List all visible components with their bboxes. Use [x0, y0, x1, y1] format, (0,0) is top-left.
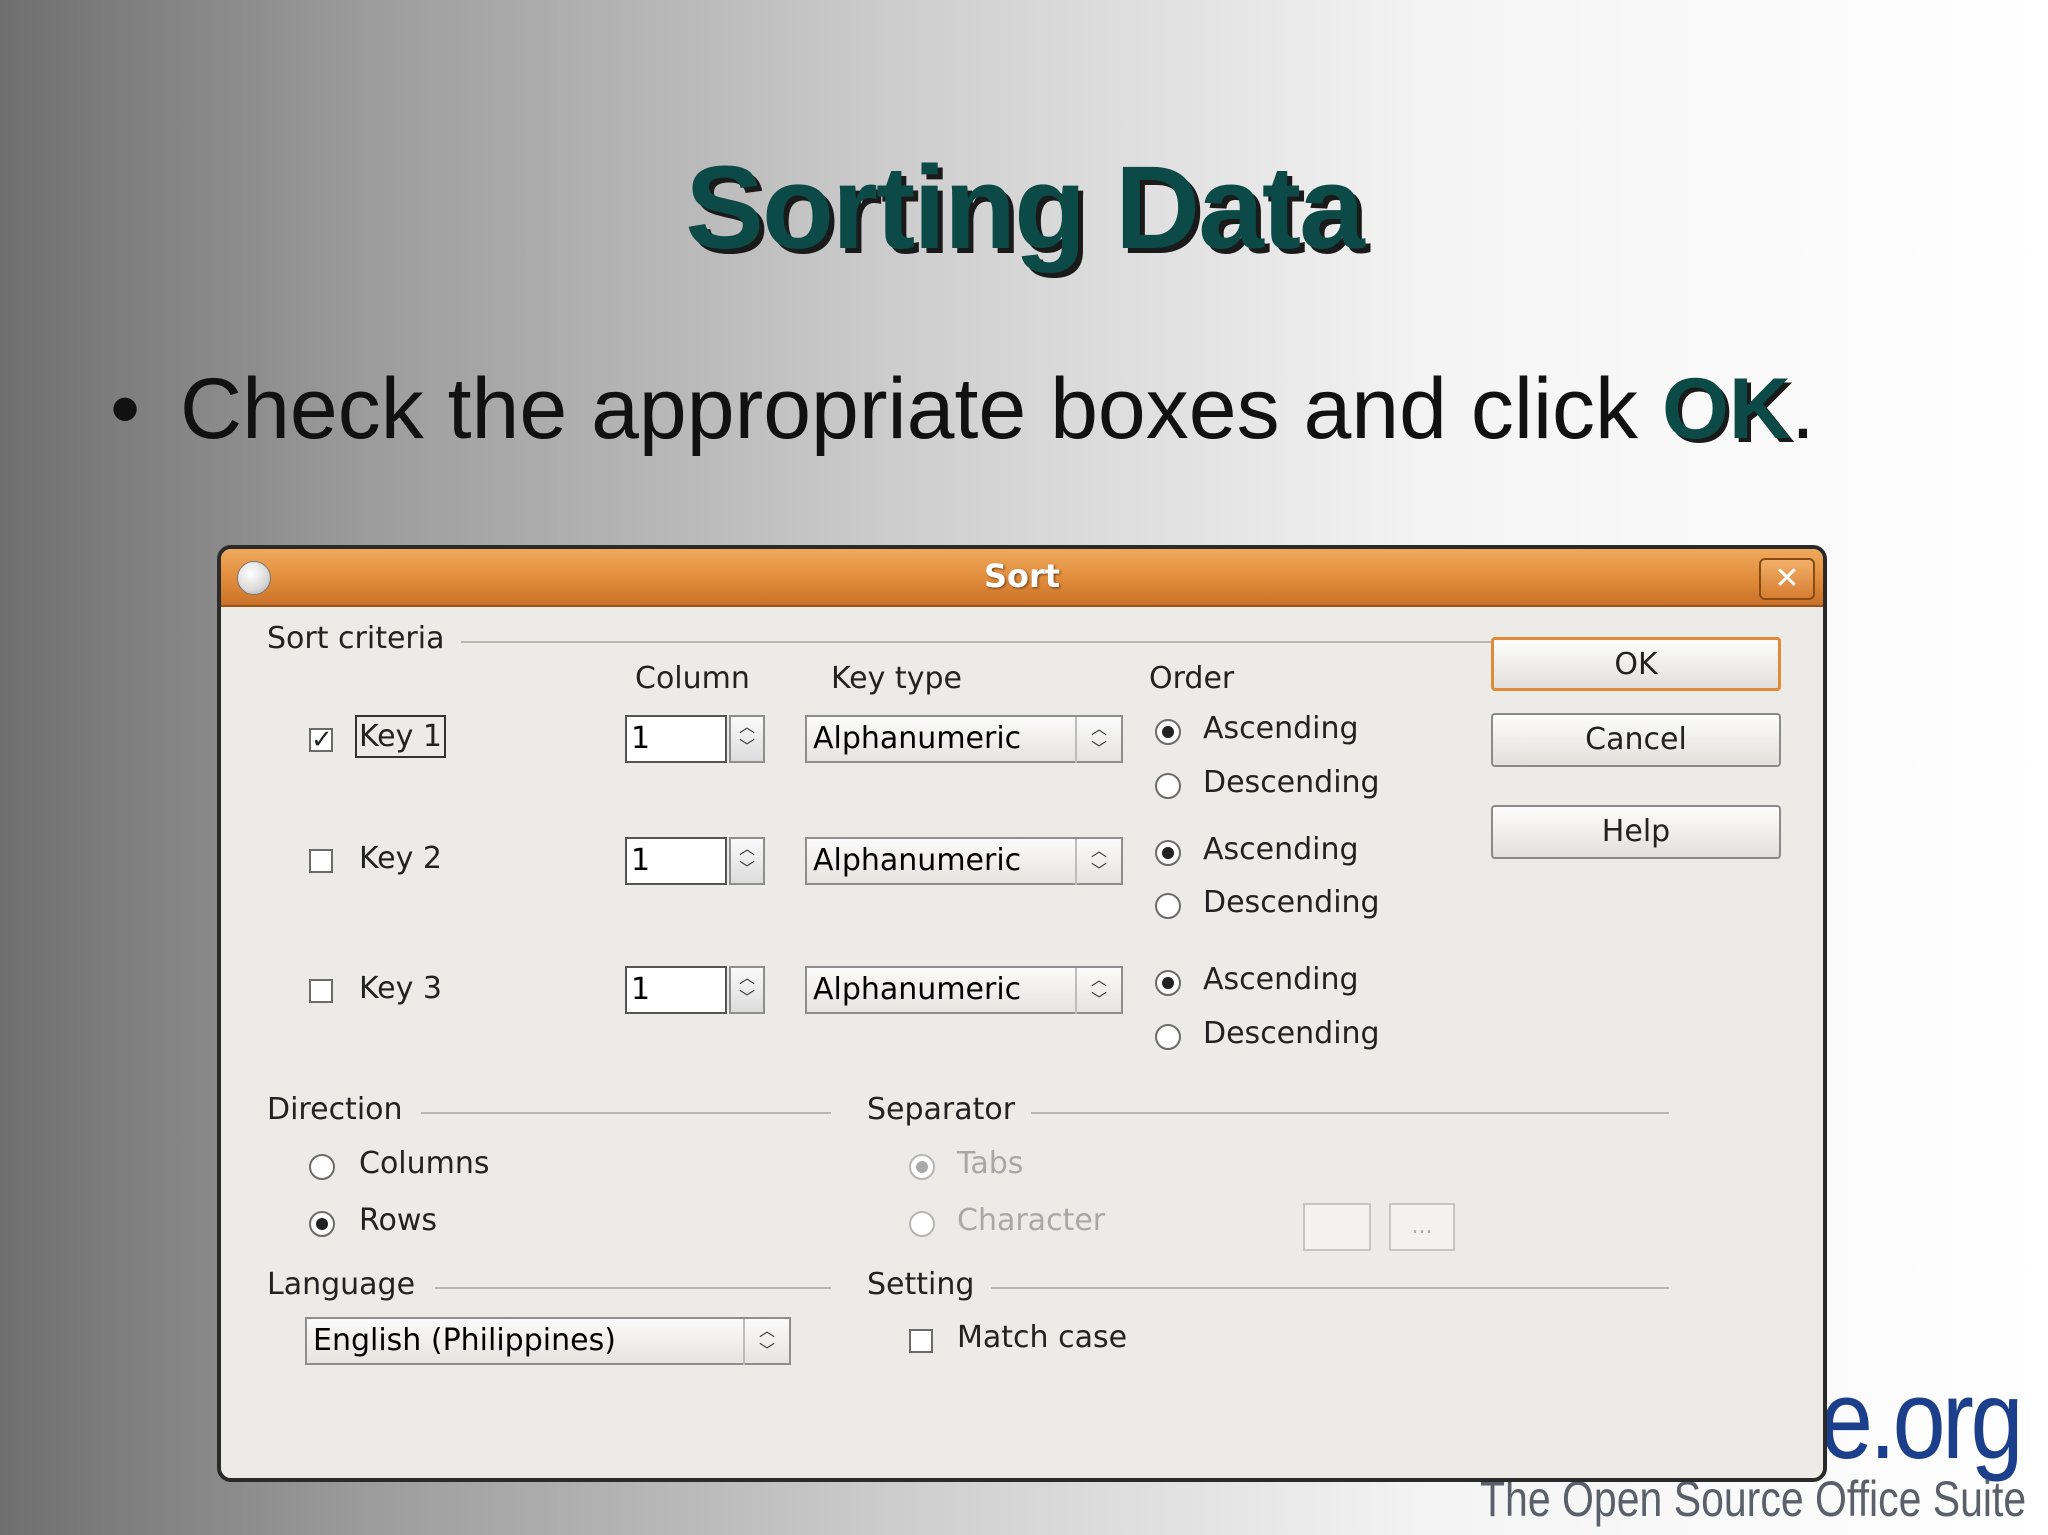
cancel-button[interactable]: Cancel — [1491, 713, 1781, 767]
language-select[interactable]: English (Philippines) ︿ ﹀ — [305, 1317, 791, 1365]
bullet-period: . — [1790, 361, 1815, 457]
key1-keytype-select[interactable]: Alphanumeric ︿ ﹀ — [805, 715, 1123, 763]
key2-ascending-radio[interactable] — [1155, 840, 1181, 866]
slide-bullet: • Check the appropriate boxes and click O… — [110, 360, 1815, 459]
key1-descending-radio[interactable] — [1155, 773, 1181, 799]
character-input[interactable] — [1303, 1203, 1371, 1251]
dialog-titlebar[interactable]: Sort ✕ — [221, 549, 1823, 607]
tabs-label[interactable]: Tabs — [957, 1146, 1023, 1181]
key2-descending-radio[interactable] — [1155, 893, 1181, 919]
key3-ascending-radio[interactable] — [1155, 970, 1181, 996]
close-button[interactable]: ✕ — [1759, 558, 1815, 600]
bullet-ok-emphasis: OK — [1661, 361, 1791, 457]
key1-ascending-label[interactable]: Ascending — [1203, 711, 1359, 746]
character-label[interactable]: Character — [957, 1203, 1105, 1238]
key2-descending-label[interactable]: Descending — [1203, 885, 1380, 920]
match-case-checkbox[interactable] — [909, 1329, 933, 1353]
sort-dialog: Sort ✕ Sort criteria Column Key type Ord… — [217, 545, 1827, 1482]
bullet-dot: • — [110, 361, 141, 457]
sort-criteria-label: Sort criteria — [267, 621, 445, 656]
key3-label: Key 3 — [359, 971, 443, 1006]
logo-org: e.org — [1820, 1357, 2023, 1482]
key3-spin-arrows-icon[interactable]: ︿ ﹀ — [729, 966, 765, 1014]
key2-keytype-value: Alphanumeric — [813, 843, 1022, 878]
key3-column-input[interactable]: 1 — [625, 966, 727, 1014]
separator-label: Separator — [867, 1092, 1016, 1127]
order-header: Order — [1149, 661, 1235, 696]
direction-divider — [421, 1112, 831, 1114]
key1-label: Key 1 — [354, 715, 447, 758]
rows-label[interactable]: Rows — [359, 1203, 437, 1238]
tabs-radio[interactable] — [909, 1154, 935, 1180]
sort-criteria-divider — [461, 641, 1669, 643]
key1-descending-label[interactable]: Descending — [1203, 765, 1380, 800]
separator-divider — [1031, 1112, 1669, 1114]
key2-column-input[interactable]: 1 — [625, 837, 727, 885]
key2-ascending-label[interactable]: Ascending — [1203, 832, 1359, 867]
help-button[interactable]: Help — [1491, 805, 1781, 859]
columns-label[interactable]: Columns — [359, 1146, 490, 1181]
key1-ascending-radio[interactable] — [1155, 719, 1181, 745]
match-case-label[interactable]: Match case — [957, 1320, 1127, 1355]
key3-descending-label[interactable]: Descending — [1203, 1016, 1380, 1051]
language-chevron-updown-icon: ︿ ﹀ — [743, 1319, 789, 1365]
key3-checkbox[interactable] — [309, 979, 333, 1003]
key1-keytype-value: Alphanumeric — [813, 721, 1022, 756]
key1-checkbox[interactable]: ✓ — [309, 727, 333, 753]
character-browse-button[interactable]: ... — [1389, 1203, 1455, 1251]
key3-keytype-select[interactable]: Alphanumeric ︿ ﹀ — [805, 966, 1123, 1014]
slide-title: Sorting Data — [685, 142, 1365, 274]
key1-column-spinner[interactable]: 1 ︿ ﹀ — [625, 715, 765, 763]
key-type-header: Key type — [831, 661, 962, 696]
language-value: English (Philippines) — [313, 1323, 616, 1358]
setting-divider — [991, 1287, 1669, 1289]
key3-keytype-value: Alphanumeric — [813, 972, 1022, 1007]
key2-keytype-select[interactable]: Alphanumeric ︿ ﹀ — [805, 837, 1123, 885]
language-divider — [435, 1287, 831, 1289]
direction-label: Direction — [267, 1092, 403, 1127]
dialog-title: Sort — [983, 557, 1061, 595]
character-radio[interactable] — [909, 1211, 935, 1237]
key1-chevron-updown-icon: ︿ ﹀ — [1075, 717, 1121, 763]
key2-checkbox[interactable] — [309, 849, 333, 873]
key1-column-input[interactable]: 1 — [625, 715, 727, 763]
key1-spin-arrows-icon[interactable]: ︿ ﹀ — [729, 715, 765, 763]
key2-chevron-updown-icon: ︿ ﹀ — [1075, 839, 1121, 885]
ok-button[interactable]: OK — [1491, 637, 1781, 691]
key2-column-spinner[interactable]: 1 ︿ ﹀ — [625, 837, 765, 885]
rows-radio[interactable] — [309, 1211, 335, 1237]
key3-ascending-label[interactable]: Ascending — [1203, 962, 1359, 997]
column-header: Column — [635, 661, 750, 696]
key2-label: Key 2 — [359, 841, 443, 876]
bullet-text: Check the appropriate boxes and click — [180, 361, 1662, 457]
language-label: Language — [267, 1267, 416, 1302]
key3-column-spinner[interactable]: 1 ︿ ﹀ — [625, 966, 765, 1014]
columns-radio[interactable] — [309, 1154, 335, 1180]
key3-descending-radio[interactable] — [1155, 1024, 1181, 1050]
key2-spin-arrows-icon[interactable]: ︿ ﹀ — [729, 837, 765, 885]
setting-label: Setting — [867, 1267, 975, 1302]
key3-chevron-updown-icon: ︿ ﹀ — [1075, 968, 1121, 1014]
